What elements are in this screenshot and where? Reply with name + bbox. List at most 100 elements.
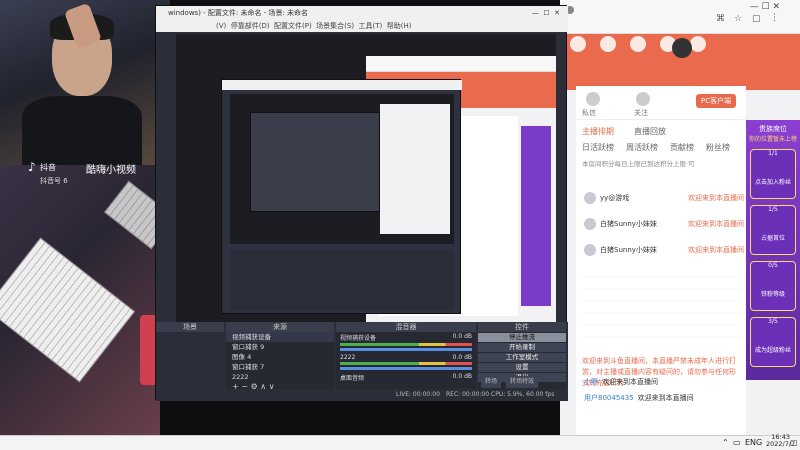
window-controls: — ☐ ✕ <box>749 2 780 12</box>
menu-profile[interactable]: 配置文件(P) <box>274 22 312 30</box>
chat-user[interactable]: 小野 <box>584 377 598 387</box>
studio-mode-button[interactable]: 工作室模式 <box>478 353 566 362</box>
chat-text: 欢迎来到本直播间 <box>637 394 694 402</box>
audio-meter <box>340 362 472 365</box>
nested-rank-sidebar <box>521 126 551 306</box>
source-item[interactable]: 视频捕获设备 <box>226 332 334 342</box>
browser-toolbar: ⌘ ☆ ▢ ⋮ — ☐ ✕ <box>560 0 800 34</box>
mixer-dock: 混音器 视频捕获设备 0.0 dB 2222 0.0 dB 桌面音频 0.0 dB <box>336 322 476 389</box>
stat-label: 私信 <box>582 109 596 117</box>
nested-toolbar <box>366 56 556 72</box>
source-item[interactable]: 2222 <box>226 372 334 382</box>
rank-row[interactable]: 白猪Sunny小妹妹 欢迎来到本直播间 <box>584 216 744 232</box>
lang-indicator[interactable]: ENG <box>745 438 762 447</box>
nested-dock <box>230 250 454 310</box>
rec-timer: REC: 00:00:00 <box>446 391 490 398</box>
stat-label: 关注 <box>634 109 648 117</box>
transition-effects-tab[interactable]: 转场特效 <box>506 376 539 388</box>
noble-rank-sidebar: 贵族席位 你的位置暂未上榜 1/1 点击加入粉丝 1/5 占据首位 0/5 铁粉等级 … <box>746 120 800 380</box>
nav-icon[interactable] <box>630 36 646 52</box>
menu-tools[interactable]: 工具(T) <box>359 22 383 30</box>
rank-card[interactable]: 3/5 成为超级粉丝 <box>750 317 796 367</box>
source-item[interactable]: 窗口捕获 9 <box>226 342 334 352</box>
stat-icon <box>586 92 600 106</box>
rank-card[interactable]: 1/1 点击加入粉丝 <box>750 149 796 199</box>
settings-button[interactable]: 设置 <box>478 363 566 372</box>
obs-window: windows) - 配置文件: 未命名 - 场景: 未命名 — ☐ ✕ (V)… <box>155 5 568 401</box>
notification-icon[interactable]: ▢ <box>790 438 798 447</box>
rank-card[interactable]: 0/5 铁粉等级 <box>750 261 796 311</box>
rank-name: 白猪Sunny小妹妹 <box>600 246 657 254</box>
sources-dock: 来源 视频捕获设备 窗口捕获 9 图像 4 窗口捕获 7 2222 + − ⚙ … <box>226 322 334 391</box>
pc-client-button[interactable]: PC客户端 <box>696 94 737 108</box>
nav-icon[interactable] <box>600 36 616 52</box>
track-name: 视频捕获设备 <box>340 335 377 342</box>
tiktok-line: 酷嗨小视频 <box>86 165 136 176</box>
tiktok-sub: 抖音号 6 <box>40 177 68 185</box>
track-db: 0.0 dB <box>452 373 472 380</box>
avatar[interactable] <box>672 38 692 58</box>
dock-title: 控件 <box>478 322 566 332</box>
tab-fans[interactable]: 粉丝榜 <box>706 142 730 153</box>
tab-weekly[interactable]: 周活跃榜 <box>626 142 658 153</box>
menu-icon[interactable]: ⋮ <box>770 13 779 23</box>
rank-card-caption: 占据首位 <box>760 235 785 242</box>
volume-slider[interactable] <box>340 367 472 370</box>
rank-card-count: 0/5 <box>768 262 778 269</box>
tab-contrib[interactable]: 贡献榜 <box>670 142 694 153</box>
rank-list-filler <box>582 266 742 346</box>
chat-user[interactable]: 用户80045435 <box>584 393 634 403</box>
keyboard <box>0 237 135 383</box>
rank-card-caption: 点击加入粉丝 <box>754 179 791 186</box>
translate-icon[interactable]: ⌘ <box>716 14 725 24</box>
obs-preview[interactable] <box>176 34 556 322</box>
tray-chevron-icon[interactable]: ⌃ <box>722 438 729 447</box>
rank-sub: 你的位置暂未上榜 <box>748 136 797 143</box>
tab-schedule[interactable]: 主播排期 <box>582 126 614 137</box>
rank-row[interactable]: 白猪Sunny小妹妹 欢迎来到本直播间 <box>584 242 744 258</box>
star-icon[interactable]: ☆ <box>734 14 742 24</box>
nested-obs-inner <box>250 112 380 212</box>
rank-card-count: 3/5 <box>768 318 778 325</box>
network-icon[interactable]: ▭ <box>733 438 741 447</box>
chat-text: 欢迎来到本直播间 <box>602 378 658 386</box>
rank-tabs: 日活跃榜 周活跃榜 贡献榜 粉丝榜 <box>582 142 730 153</box>
tiktok-watermark: ♪ 抖音 酷嗨小视频 抖音号 6 <box>28 160 168 190</box>
stop-stream-button[interactable]: 停止推流 <box>478 333 566 342</box>
rank-name: yy@游戏 <box>600 194 630 202</box>
track-db: 0.0 dB <box>452 354 472 361</box>
taskbar: ⌃ ▭ ENG 16:43 2022/7/7 ▢ <box>0 434 800 450</box>
room-panel: 私信 关注 PC客户端 主播排期 直播回放 日活跃榜 周活跃榜 贡献榜 粉丝榜 … <box>576 86 746 435</box>
menu-docks[interactable]: 停靠部件(D) <box>231 22 270 30</box>
obs-statusbar: LIVE: 00:00:00 REC: 00:00:00 CPU: 5.9%, … <box>156 376 568 401</box>
rank-card[interactable]: 1/5 占据首位 <box>750 205 796 255</box>
rank-card-caption: 铁粉等级 <box>760 291 785 298</box>
source-item[interactable]: 图像 4 <box>226 352 334 362</box>
dock-title: 混音器 <box>336 322 476 332</box>
cpu-fps: CPU: 5.9%, 60.00 fps <box>491 391 555 398</box>
tab-replay[interactable]: 直播回放 <box>634 126 666 137</box>
transitions-tab[interactable]: 转场 <box>481 376 502 388</box>
menu-scene-collection[interactable]: 场景集合(S) <box>316 22 354 30</box>
menu-help[interactable]: 帮助(H) <box>387 22 412 30</box>
menu-view[interactable]: (V) <box>216 22 226 30</box>
extension-icon[interactable]: ▢ <box>752 14 761 24</box>
volume-slider[interactable] <box>340 348 472 351</box>
nested-preview <box>230 94 454 244</box>
start-recording-button[interactable]: 开始录制 <box>478 343 566 352</box>
nav-icon[interactable] <box>570 36 586 52</box>
audio-meter <box>340 343 472 346</box>
rank-name: 白猪Sunny小妹妹 <box>600 220 657 228</box>
scenes-dock: 场景 <box>156 322 224 389</box>
tab-daily[interactable]: 日活跃榜 <box>582 142 614 153</box>
rank-card-caption: 成为超级粉丝 <box>754 347 791 354</box>
track-db: 0.0 dB <box>452 333 472 340</box>
rank-card-count: 1/1 <box>768 150 778 157</box>
rank-row[interactable]: yy@游戏 欢迎来到本直播间 <box>584 190 744 206</box>
rank-title: 贵族席位 <box>759 125 787 133</box>
source-item[interactable]: 窗口捕获 7 <box>226 362 334 372</box>
points-notice: 本房间积分每日上限已到达积分上限·可 <box>582 160 695 168</box>
window-controls[interactable]: — ☐ ✕ <box>532 6 560 20</box>
rank-value: 欢迎来到本直播间 <box>688 246 744 254</box>
nav-icon[interactable] <box>690 36 706 52</box>
